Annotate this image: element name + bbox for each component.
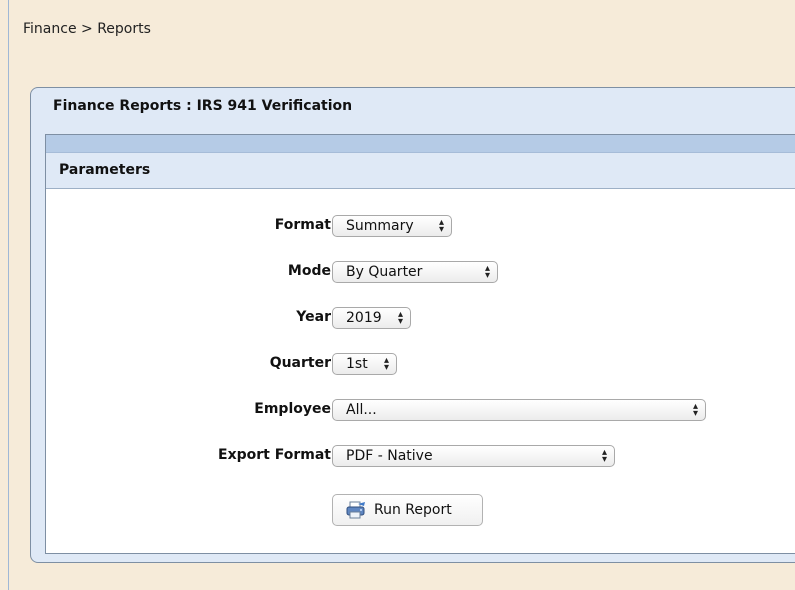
quarter-value: 1st [346,356,368,372]
year-label: Year [296,309,331,325]
run-report-row: Run Report [46,494,795,526]
export-format-row: Export Format PDF - Native ▴ ▾ [46,445,795,469]
export-format-select[interactable]: PDF - Native ▴ ▾ [332,445,615,467]
year-value: 2019 [346,310,382,326]
select-arrows-icon: ▴ ▾ [484,263,490,281]
mode-label: Mode [287,263,331,279]
run-report-label: Run Report [374,502,452,518]
parameters-container: Parameters Format Summary ▴ ▾ Mode By Qua… [45,134,795,554]
year-row: Year 2019 ▴ ▾ [46,307,795,331]
mode-row: Mode By Quarter ▴ ▾ [46,261,795,285]
select-arrows-icon: ▴ ▾ [601,447,607,465]
export-format-label: Export Format [218,447,331,463]
mode-value: By Quarter [346,264,423,280]
format-label: Format [274,217,331,233]
page-left-border [8,0,9,590]
employee-select[interactable]: All... ▴ ▾ [332,399,706,421]
format-row: Format Summary ▴ ▾ [46,215,795,239]
format-value: Summary [346,218,414,234]
select-arrows-icon: ▴ ▾ [438,217,444,235]
format-select[interactable]: Summary ▴ ▾ [332,215,452,237]
report-panel: Finance Reports : IRS 941 Verification P… [30,87,795,563]
mode-select[interactable]: By Quarter ▴ ▾ [332,261,498,283]
select-arrows-icon: ▴ ▾ [692,401,698,419]
quarter-row: Quarter 1st ▴ ▾ [46,353,795,377]
year-select[interactable]: 2019 ▴ ▾ [332,307,411,329]
employee-row: Employee All... ▴ ▾ [46,399,795,423]
panel-title: Finance Reports : IRS 941 Verification [53,98,353,114]
breadcrumb: Finance > Reports [23,21,151,37]
select-arrows-icon: ▴ ▾ [383,355,389,373]
section-title: Parameters [46,153,795,189]
employee-value: All... [346,402,377,418]
employee-label: Employee [254,401,331,417]
export-format-value: PDF - Native [346,448,433,464]
quarter-select[interactable]: 1st ▴ ▾ [332,353,397,375]
inner-header-bar [46,135,795,153]
run-report-button[interactable]: Run Report [332,494,483,526]
print-report-icon [346,501,365,519]
quarter-label: Quarter [269,355,331,371]
select-arrows-icon: ▴ ▾ [397,309,403,327]
